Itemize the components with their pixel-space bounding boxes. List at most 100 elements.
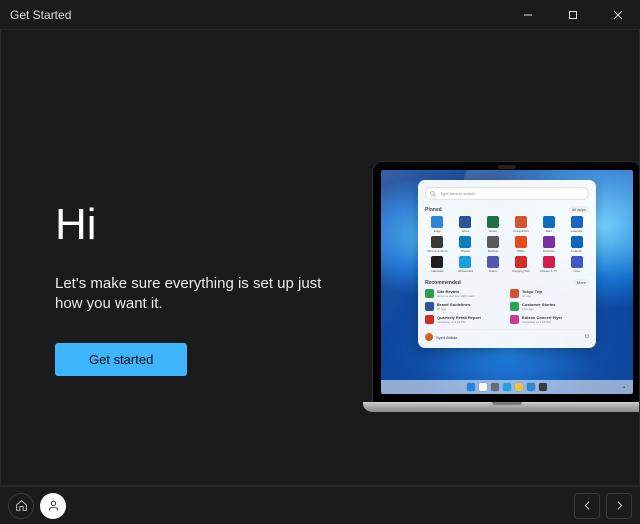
profile-button[interactable] — [40, 493, 66, 519]
recommended-item: Tokyo Trip1h ago — [510, 289, 589, 298]
footer-nav — [0, 486, 640, 524]
recommended-item: Brand Guidelines2h ago — [425, 302, 504, 311]
chevron-right-icon — [613, 499, 626, 512]
titlebar: Get Started — [0, 0, 640, 30]
hero-subtitle: Let's make sure everything is set up jus… — [55, 274, 335, 315]
window-controls — [505, 0, 640, 30]
pinned-app: Edge — [425, 216, 450, 233]
get-started-button[interactable]: Get started — [55, 343, 187, 376]
app-label: Teams — [489, 269, 498, 273]
app-label: Calculator — [431, 269, 445, 273]
file-icon — [510, 289, 519, 298]
person-icon — [47, 499, 60, 512]
file-icon — [425, 315, 434, 324]
pinned-app: Chat — [564, 256, 589, 273]
app-label: Chat — [573, 269, 579, 273]
app-icon — [571, 216, 583, 228]
app-label: Word — [462, 229, 469, 233]
start-menu: Type here to search Pinned All apps Edge… — [418, 180, 596, 348]
app-label: Office — [517, 249, 525, 253]
taskbar-edge-icon — [527, 383, 535, 391]
file-icon — [510, 315, 519, 324]
pinned-app: Whiteboard — [453, 256, 478, 273]
app-icon — [571, 236, 583, 248]
app-icon — [543, 256, 555, 268]
app-label: Microsoft Store — [427, 249, 447, 253]
pinned-app: Microsoft Store — [425, 236, 450, 253]
app-icon — [459, 256, 471, 268]
app-icon — [543, 216, 555, 228]
pinned-app: Settings — [481, 236, 506, 253]
pinned-app: PowerPoint — [509, 216, 534, 233]
laptop-desktop: Type here to search Pinned All apps Edge… — [381, 170, 633, 394]
pinned-app: OneNote — [536, 236, 561, 253]
file-icon — [510, 302, 519, 311]
app-icon — [515, 236, 527, 248]
app-icon — [459, 216, 471, 228]
pinned-app: Teams — [481, 256, 506, 273]
maximize-button[interactable] — [550, 0, 595, 30]
avatar — [425, 333, 433, 341]
power-icon: ⏻ — [585, 334, 589, 340]
all-apps-label: All apps — [569, 206, 589, 213]
pinned-app: LinkedIn — [564, 236, 589, 253]
pinned-app: Excel — [481, 216, 506, 233]
app-label: Snipping Tool — [512, 269, 530, 273]
pinned-app: Calendar — [564, 216, 589, 233]
start-search: Type here to search — [425, 187, 589, 200]
hero-title: Hi — [55, 200, 335, 250]
pinned-grid: Edge Word ExcelPowerPoint Mail Calendar Micro… — [425, 216, 589, 273]
hero: Hi Let's make sure everything is set up … — [55, 200, 335, 376]
recommended-item: Site ReviewHere's a doc you might want — [425, 289, 504, 298]
app-icon — [431, 256, 443, 268]
recommended-subtitle: Yesterday at 1:15 PM — [522, 320, 562, 324]
app-label: Whiteboard — [458, 269, 473, 273]
next-button[interactable] — [606, 493, 632, 519]
app-icon — [515, 216, 527, 228]
app-icon — [487, 236, 499, 248]
taskbar-explorer-icon — [515, 383, 523, 391]
app-label: Calendar — [570, 229, 582, 233]
app-icon — [459, 236, 471, 248]
pinned-app: Word — [453, 216, 478, 233]
pinned-app: Calculator — [425, 256, 450, 273]
taskbar-task-view-icon — [491, 383, 499, 391]
prev-button[interactable] — [574, 493, 600, 519]
laptop-taskbar: ▲ ⌃ — [381, 380, 633, 394]
pinned-label: Pinned — [425, 207, 442, 213]
recommended-label: Recommended — [425, 280, 461, 286]
pinned-app: Office — [509, 236, 534, 253]
user-name: Syed Abbas — [436, 335, 457, 340]
chevron-left-icon — [581, 499, 594, 512]
laptop-illustration: Type here to search Pinned All apps Edge… — [363, 162, 640, 412]
taskbar-widgets-icon — [503, 383, 511, 391]
app-label: OneNote — [543, 249, 555, 253]
app-label: LinkedIn — [571, 249, 582, 253]
taskbar-search-icon — [479, 383, 487, 391]
app-label: Movies & TV — [540, 269, 557, 273]
app-icon — [487, 216, 499, 228]
recommended-item: Customer Stories12m ago — [510, 302, 589, 311]
pinned-app: Snipping Tool — [509, 256, 534, 273]
more-label: More — [574, 279, 589, 286]
content-area: Hi Let's make sure everything is set up … — [0, 30, 640, 486]
pinned-app: Mail — [536, 216, 561, 233]
app-icon — [487, 256, 499, 268]
recommended-subtitle: 12m ago — [522, 307, 555, 311]
search-placeholder: Type here to search — [440, 191, 475, 196]
recommended-item: Edison Concert FlyerYesterday at 1:15 PM — [510, 315, 589, 324]
home-icon — [15, 499, 28, 512]
recommended-subtitle: 2h ago — [437, 307, 470, 311]
file-icon — [425, 302, 434, 311]
minimize-button[interactable] — [505, 0, 550, 30]
taskbar-store-icon — [539, 383, 547, 391]
pinned-app: Movies & TV — [536, 256, 561, 273]
app-label: Mail — [546, 229, 552, 233]
app-label: Edge — [434, 229, 441, 233]
window-title: Get Started — [10, 8, 71, 22]
recommended-subtitle: Yesterday at 4:25 PM — [437, 320, 481, 324]
home-button[interactable] — [8, 493, 34, 519]
app-label: Photos — [461, 249, 470, 253]
app-icon — [431, 216, 443, 228]
close-button[interactable] — [595, 0, 640, 30]
